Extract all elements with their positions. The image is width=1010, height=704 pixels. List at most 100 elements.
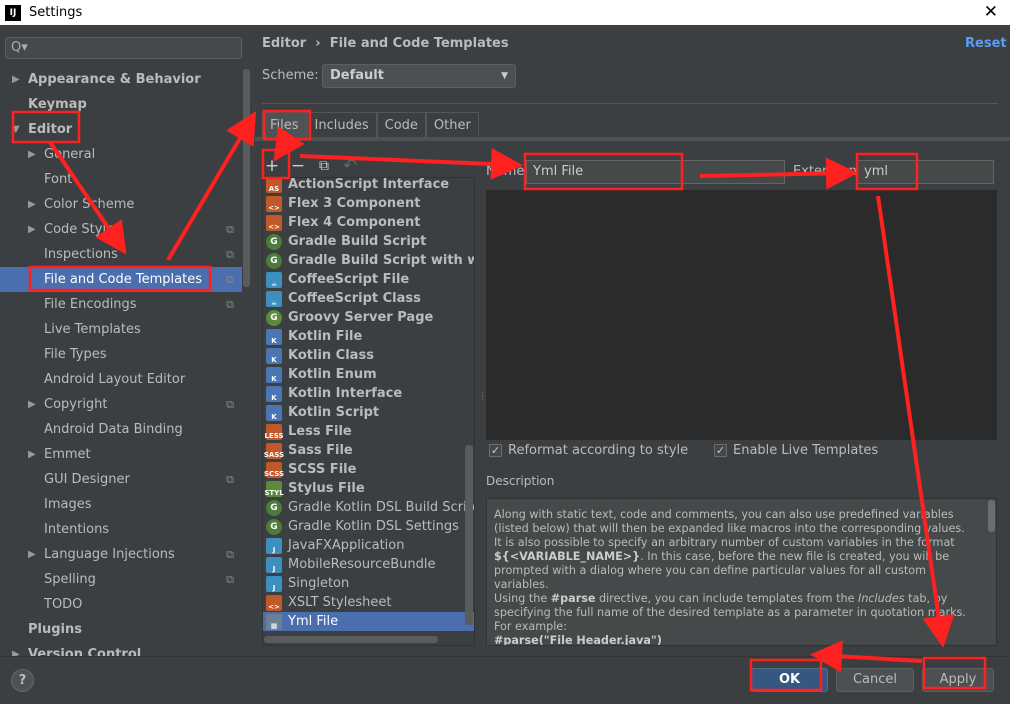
apply-button[interactable]: Apply: [922, 668, 994, 692]
sidebar-item-code-style[interactable]: ▶ Code Style ⧉: [0, 217, 242, 242]
template-list-item[interactable]: <> XSLT Stylesheet: [263, 593, 474, 612]
template-list-item[interactable]: K Kotlin Class: [263, 346, 474, 365]
sidebar-item-spelling[interactable]: Spelling ⧉: [0, 567, 242, 592]
template-list-item[interactable]: K Kotlin Interface: [263, 384, 474, 403]
template-name: Less File: [288, 424, 352, 439]
ok-button[interactable]: OK: [751, 668, 828, 692]
reset-template-button[interactable]: ↶: [340, 156, 360, 176]
tab-includes[interactable]: Includes: [306, 112, 377, 138]
chevron-right-icon[interactable]: ▶: [28, 449, 36, 460]
chevron-right-icon[interactable]: ▶: [12, 649, 20, 656]
template-list-item[interactable]: J Singleton: [263, 574, 474, 593]
chevron-right-icon[interactable]: ▶: [28, 199, 36, 210]
sidebar-item-plugins[interactable]: Plugins: [0, 617, 242, 642]
name-input[interactable]: Yml File: [526, 160, 785, 184]
remove-template-button[interactable]: −: [288, 156, 308, 176]
help-button[interactable]: ?: [11, 669, 34, 692]
sidebar-item-color-scheme[interactable]: ▶ Color Scheme: [0, 192, 242, 217]
sidebar-item-file-types[interactable]: File Types: [0, 342, 242, 367]
template-list-item[interactable]: <> Flex 3 Component: [263, 194, 474, 213]
sidebar-item-android-layout-editor[interactable]: Android Layout Editor: [0, 367, 242, 392]
template-name: Groovy Server Page: [288, 310, 434, 325]
template-list-item[interactable]: G Gradle Build Script: [263, 232, 474, 251]
description-scrollbar[interactable]: [988, 500, 995, 532]
template-list-item[interactable]: ☕ CoffeeScript Class: [263, 289, 474, 308]
sidebar-item-label: Version Control: [28, 647, 142, 656]
live-templates-checkbox[interactable]: ✓ Enable Live Templates: [714, 443, 878, 458]
sidebar-item-label: Spelling: [44, 572, 96, 587]
chevron-right-icon[interactable]: ▶: [12, 74, 20, 85]
template-list-item[interactable]: STYL Stylus File: [263, 479, 474, 498]
breadcrumb-editor: Editor: [262, 36, 307, 51]
scheme-select[interactable]: Default ▼: [322, 64, 516, 88]
sidebar-item-file-and-code-templates[interactable]: File and Code Templates ⧉: [0, 267, 242, 292]
template-list-item[interactable]: J MobileResourceBundle: [263, 555, 474, 574]
chevron-right-icon[interactable]: ▶: [28, 549, 36, 560]
template-name: CoffeeScript File: [288, 272, 410, 287]
template-name: Stylus File: [288, 481, 365, 496]
description-text: Along with static text, code and comment…: [486, 498, 997, 646]
sidebar-item-label: Color Scheme: [44, 197, 135, 212]
chevron-down-icon[interactable]: ▼: [12, 124, 20, 135]
close-icon[interactable]: ✕: [984, 2, 998, 22]
template-list-item[interactable]: K Kotlin Script: [263, 403, 474, 422]
template-list-item[interactable]: ▦ Yml File: [263, 612, 474, 631]
sidebar-item-version-control[interactable]: ▶ Version Control: [0, 642, 242, 656]
chevron-right-icon[interactable]: ▶: [28, 149, 36, 160]
reformat-checkbox[interactable]: ✓ Reformat according to style: [489, 443, 688, 458]
template-list-item[interactable]: G Gradle Kotlin DSL Build Script: [263, 498, 474, 517]
sidebar-item-android-data-binding[interactable]: Android Data Binding: [0, 417, 242, 442]
name-label: Name:: [486, 164, 529, 179]
cancel-button[interactable]: Cancel: [836, 668, 914, 692]
sidebar-item-todo[interactable]: TODO: [0, 592, 242, 617]
sidebar-item-gui-designer[interactable]: GUI Designer ⧉: [0, 467, 242, 492]
template-list-item[interactable]: G Gradle Build Script with wrapper: [263, 251, 474, 270]
sidebar-scrollbar[interactable]: [243, 67, 250, 656]
copy-template-button[interactable]: ⧉: [314, 158, 334, 174]
scheme-value: Default: [330, 68, 384, 83]
sidebar-item-copyright[interactable]: ▶ Copyright ⧉: [0, 392, 242, 417]
project-scope-icon: ⧉: [226, 247, 234, 261]
list-horizontal-scrollbar[interactable]: [264, 636, 438, 643]
template-list-item[interactable]: J JavaFXApplication: [263, 536, 474, 555]
sidebar-item-label: Images: [44, 497, 92, 512]
extension-input[interactable]: yml: [857, 160, 994, 184]
sidebar-item-label: General: [44, 147, 96, 162]
template-list-item[interactable]: <> Flex 4 Component: [263, 213, 474, 232]
template-list-item[interactable]: LESS Less File: [263, 422, 474, 441]
sidebar-item-language-injections[interactable]: ▶ Language Injections ⧉: [0, 542, 242, 567]
template-editor[interactable]: [486, 190, 997, 440]
sidebar-item-appearance-behavior[interactable]: ▶ Appearance & Behavior: [0, 67, 242, 92]
window-title: Settings: [29, 5, 83, 20]
sidebar-item-live-templates[interactable]: Live Templates: [0, 317, 242, 342]
sidebar-item-font[interactable]: Font: [0, 167, 242, 192]
template-list-item[interactable]: K Kotlin File: [263, 327, 474, 346]
sidebar-item-inspections[interactable]: Inspections ⧉: [0, 242, 242, 267]
sidebar-item-images[interactable]: Images: [0, 492, 242, 517]
add-template-button[interactable]: +: [262, 156, 282, 176]
template-list-item[interactable]: K Kotlin Enum: [263, 365, 474, 384]
sidebar-item-emmet[interactable]: ▶ Emmet: [0, 442, 242, 467]
template-list-item[interactable]: SCSS SCSS File: [263, 460, 474, 479]
tab-other[interactable]: Other: [425, 112, 479, 138]
sidebar-item-intentions[interactable]: Intentions: [0, 517, 242, 542]
chevron-right-icon[interactable]: ▶: [28, 399, 36, 410]
reset-link[interactable]: Reset: [965, 36, 1007, 51]
splitter-handle[interactable]: ⋮: [478, 392, 487, 402]
sidebar-item-keymap[interactable]: Keymap: [0, 92, 242, 117]
template-list-item[interactable]: AS ActionScript Interface: [263, 178, 474, 194]
template-list-item[interactable]: G Gradle Kotlin DSL Settings: [263, 517, 474, 536]
tab-code[interactable]: Code: [376, 112, 426, 138]
sidebar-item-editor[interactable]: ▼ Editor: [0, 117, 242, 142]
chevron-right-icon[interactable]: ▶: [28, 224, 36, 235]
list-vertical-scrollbar[interactable]: [465, 445, 473, 625]
sidebar-item-general[interactable]: ▶ General: [0, 142, 242, 167]
template-list-item[interactable]: G Groovy Server Page: [263, 308, 474, 327]
settings-search-input[interactable]: Q▾: [5, 37, 242, 59]
file-type-icon: <>: [266, 594, 282, 611]
sidebar-item-file-encodings[interactable]: File Encodings ⧉: [0, 292, 242, 317]
sidebar-item-label: File and Code Templates: [44, 272, 202, 287]
template-list-item[interactable]: ☕ CoffeeScript File: [263, 270, 474, 289]
template-list-item[interactable]: SASS Sass File: [263, 441, 474, 460]
tab-files[interactable]: Files: [262, 112, 307, 138]
